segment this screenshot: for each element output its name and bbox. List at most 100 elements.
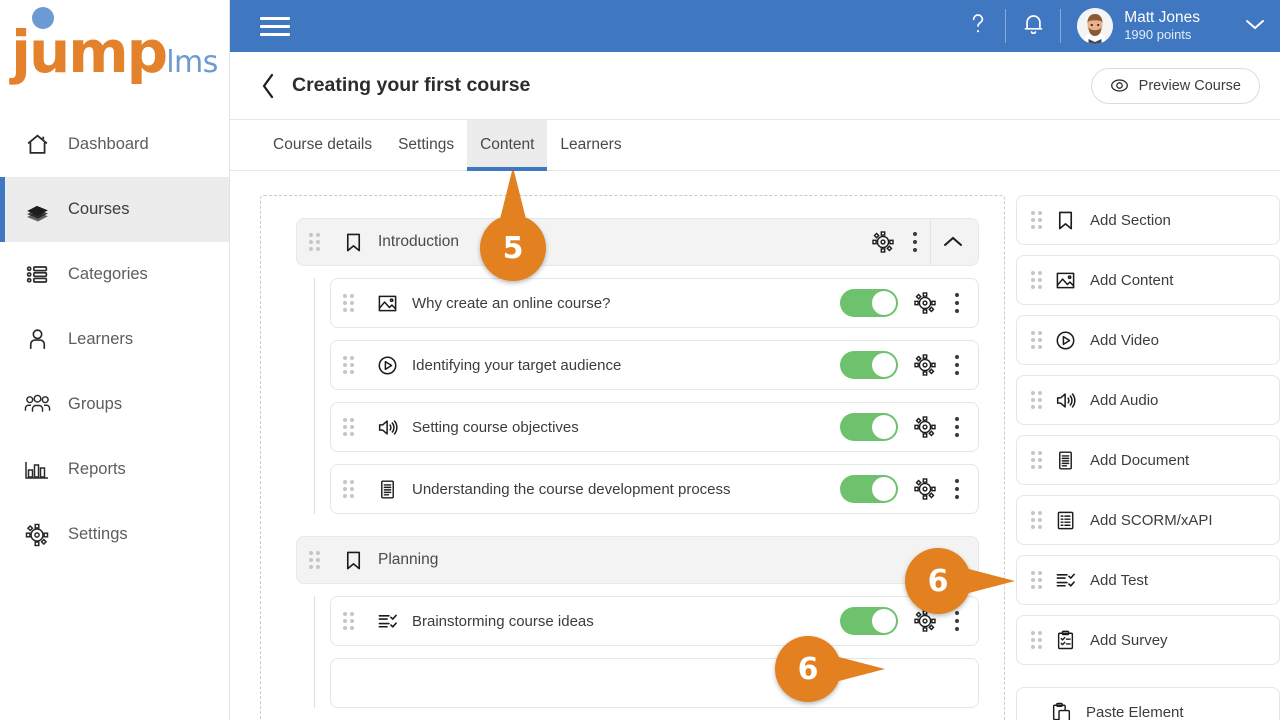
help-button[interactable] — [951, 0, 1005, 52]
speaker-icon — [377, 417, 398, 438]
main-content: Introduction Why create an online course… — [230, 171, 1280, 720]
drag-handle-icon[interactable] — [1029, 511, 1043, 529]
bar-chart-icon — [20, 457, 54, 483]
section-header-introduction[interactable]: Introduction — [296, 218, 979, 266]
section-header-planning[interactable]: Planning — [296, 536, 979, 584]
image-icon — [377, 293, 398, 314]
sidebar-item-courses[interactable]: Courses — [0, 177, 229, 242]
home-icon — [20, 132, 54, 157]
add-document-button[interactable]: Add Document — [1016, 435, 1280, 485]
list-icon — [20, 262, 54, 287]
bookmark-icon — [1055, 210, 1076, 231]
add-section-label: Add Section — [1090, 211, 1171, 229]
content-item-settings-gear-icon[interactable] — [908, 472, 942, 506]
content-item-settings-gear-icon[interactable] — [908, 286, 942, 320]
content-item-row[interactable]: Understanding the course development pro… — [330, 464, 979, 514]
user-menu[interactable]: Matt Jones 1990 points — [1061, 8, 1206, 44]
eye-icon — [1110, 76, 1129, 95]
sidebar-item-categories[interactable]: Categories — [0, 242, 229, 307]
content-item-row[interactable]: Setting course objectives — [330, 402, 979, 452]
paste-element-label: Paste Element — [1086, 703, 1184, 720]
section-settings-gear-icon[interactable] — [866, 225, 900, 259]
question-mark-icon — [967, 12, 989, 41]
sidebar-item-learners[interactable]: Learners — [0, 307, 229, 372]
drag-handle-icon[interactable] — [341, 480, 355, 498]
drag-handle-icon[interactable] — [1029, 571, 1043, 589]
logo-dot — [32, 7, 55, 29]
app-logo[interactable]: jumplms — [0, 0, 229, 112]
notifications-button[interactable] — [1006, 0, 1060, 52]
add-survey-button[interactable]: Add Survey — [1016, 615, 1280, 665]
content-item-visibility-toggle[interactable] — [840, 475, 898, 503]
drag-handle-icon[interactable] — [341, 418, 355, 436]
sidebar-item-settings[interactable]: Settings — [0, 502, 229, 567]
play-circle-icon — [377, 355, 398, 376]
content-item-row[interactable]: Brainstorming course ideas — [330, 596, 979, 646]
content-item-menu-kebab-icon[interactable] — [942, 407, 972, 447]
content-item-menu-kebab-icon[interactable] — [942, 345, 972, 385]
user-points: 1990 points — [1124, 27, 1192, 43]
course-builder: Introduction Why create an online course… — [260, 195, 1005, 720]
chevron-down-icon[interactable] — [1244, 17, 1266, 36]
paste-icon — [1051, 702, 1072, 720]
drag-handle-icon[interactable] — [341, 356, 355, 374]
drag-handle-icon[interactable] — [1029, 631, 1043, 649]
drag-handle-icon[interactable] — [1029, 391, 1043, 409]
content-item-visibility-toggle[interactable] — [840, 413, 898, 441]
sidebar-item-reports[interactable]: Reports — [0, 437, 229, 502]
content-item-visibility-toggle[interactable] — [840, 289, 898, 317]
content-item-settings-gear-icon[interactable] — [908, 348, 942, 382]
tab-settings[interactable]: Settings — [385, 120, 467, 170]
chevron-left-icon[interactable] — [260, 72, 276, 100]
section-title: Introduction — [378, 233, 459, 250]
drag-handle-icon[interactable] — [1029, 331, 1043, 349]
section-menu-kebab-icon[interactable] — [900, 222, 930, 262]
add-content-button[interactable]: Add Content — [1016, 255, 1280, 305]
add-video-button[interactable]: Add Video — [1016, 315, 1280, 365]
sidebar-item-groups[interactable]: Groups — [0, 372, 229, 437]
content-item-row[interactable]: Identifying your target audience — [330, 340, 979, 390]
content-item-row[interactable]: Why create an online course? — [330, 278, 979, 328]
callout-number: 6 — [927, 563, 949, 599]
section-title: Planning — [378, 551, 439, 568]
hamburger-icon[interactable] — [260, 16, 290, 36]
add-audio-button[interactable]: Add Audio — [1016, 375, 1280, 425]
section-collapse-chevron-up-icon[interactable] — [930, 219, 974, 265]
add-scorm-xapi-button[interactable]: Add SCORM/xAPI — [1016, 495, 1280, 545]
content-item-menu-kebab-icon[interactable] — [942, 469, 972, 509]
tab-learners[interactable]: Learners — [547, 120, 634, 170]
add-survey-label: Add Survey — [1090, 631, 1168, 649]
speaker-icon — [1055, 390, 1076, 411]
sidebar-item-dashboard[interactable]: Dashboard — [0, 112, 229, 177]
sidebar-item-label: Reports — [68, 460, 126, 478]
add-audio-label: Add Audio — [1090, 391, 1159, 409]
content-item-title: Setting course objectives — [412, 418, 579, 436]
add-section-button[interactable]: Add Section — [1016, 195, 1280, 245]
drag-handle-icon[interactable] — [307, 233, 321, 251]
drag-handle-icon[interactable] — [1029, 271, 1043, 289]
left-sidebar: jumplms Dashboard Courses Categories Lea… — [0, 0, 230, 720]
user-name: Matt Jones — [1124, 9, 1200, 27]
drag-handle-icon[interactable] — [341, 294, 355, 312]
sidebar-item-label: Groups — [68, 395, 123, 413]
sidebar-item-label: Learners — [68, 330, 134, 348]
add-test-button[interactable]: Add Test — [1016, 555, 1280, 605]
callout-tail-right — [965, 568, 1015, 594]
scorm-icon — [1055, 510, 1076, 531]
content-item-visibility-toggle[interactable] — [840, 351, 898, 379]
tab-course-details[interactable]: Course details — [260, 120, 385, 170]
paste-element-button[interactable]: Paste Element — [1016, 687, 1280, 720]
drag-handle-icon[interactable] — [341, 612, 355, 630]
content-item-visibility-toggle[interactable] — [840, 607, 898, 635]
preview-course-button[interactable]: Preview Course — [1090, 67, 1260, 104]
logo-subtext: lms — [166, 45, 218, 80]
drag-handle-icon[interactable] — [1029, 211, 1043, 229]
play-circle-icon — [1055, 330, 1076, 351]
sidebar-item-label: Courses — [68, 200, 130, 218]
content-item-menu-kebab-icon[interactable] — [942, 283, 972, 323]
tab-content[interactable]: Content — [467, 120, 548, 171]
image-icon — [1055, 270, 1076, 291]
content-item-settings-gear-icon[interactable] — [908, 410, 942, 444]
drag-handle-icon[interactable] — [1029, 451, 1043, 469]
drag-handle-icon[interactable] — [307, 551, 321, 569]
